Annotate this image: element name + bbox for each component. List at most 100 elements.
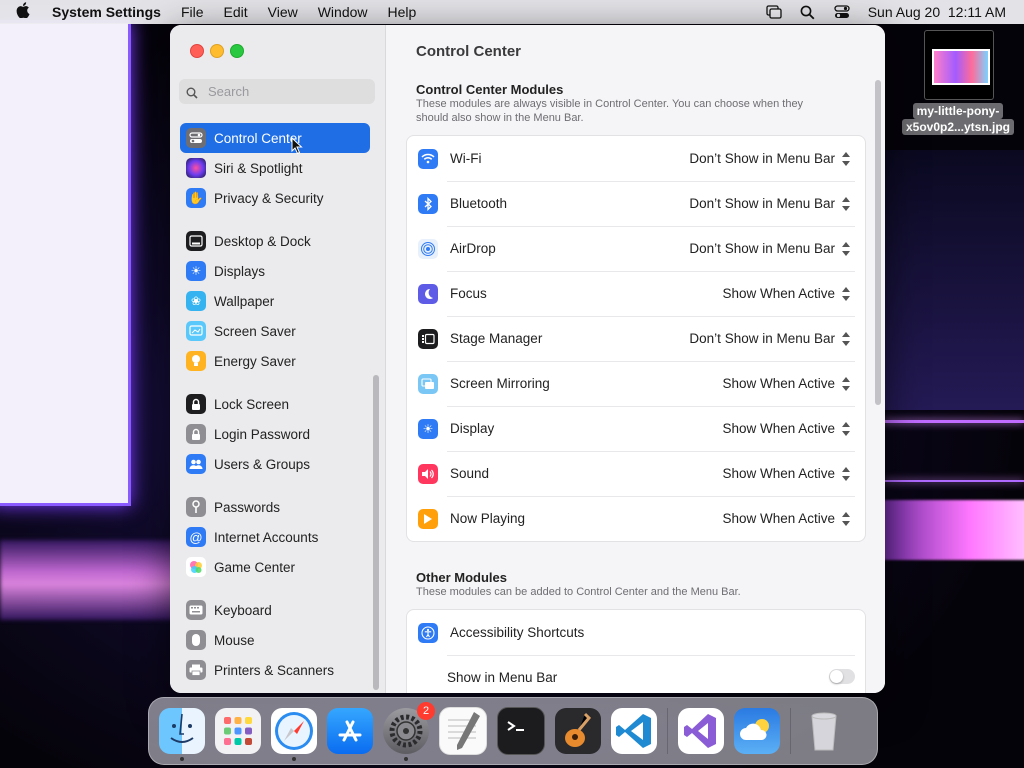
sidebar-item-login-password[interactable]: Login Password (180, 419, 370, 449)
search-field[interactable] (179, 79, 375, 104)
module-label: Display (450, 421, 495, 436)
system-settings-icon[interactable]: 2 (383, 702, 435, 761)
launchpad-icon[interactable] (215, 708, 261, 754)
help-menu[interactable]: Help (388, 4, 417, 20)
sidebar-item-label: Login Password (214, 426, 311, 442)
search-input[interactable] (206, 83, 370, 100)
dock-icon (186, 231, 206, 251)
notification-badge: 2 (417, 702, 435, 720)
module-row-stage-manager: Stage Manager Don’t Show in Menu Bar (407, 316, 865, 361)
sidebar-item-printers-scanners[interactable]: Printers & Scanners (180, 655, 370, 685)
terminal-icon[interactable] (497, 707, 545, 755)
sidebar-item-siri-spotlight[interactable]: Siri & Spotlight (180, 153, 370, 183)
sidebar-item-game-center[interactable]: Game Center (180, 552, 370, 582)
popup-stepper-icon[interactable] (841, 376, 851, 392)
view-menu[interactable]: View (268, 4, 298, 20)
sidebar-item-passwords[interactable]: Passwords (180, 492, 370, 522)
module-visibility-value[interactable]: Don’t Show in Menu Bar (689, 151, 835, 166)
module-visibility-value[interactable]: Show When Active (722, 421, 835, 436)
spotlight-search-icon[interactable] (800, 5, 816, 20)
module-row-accessibility-shortcuts: Accessibility Shortcuts (407, 610, 865, 655)
garageband-icon[interactable] (555, 708, 601, 754)
sidebar-item-lock-screen[interactable]: Lock Screen (180, 389, 370, 419)
sidebar-item-energy-saver[interactable]: Energy Saver (180, 346, 370, 376)
popup-stepper-icon[interactable] (841, 151, 851, 167)
module-label: Bluetooth (450, 196, 508, 211)
accessibility-icon (418, 622, 438, 643)
visual-studio-icon[interactable] (678, 708, 724, 754)
sidebar-item-internet-accounts[interactable]: @ Internet Accounts (180, 522, 370, 552)
sidebar-item-users-groups[interactable]: Users & Groups (180, 449, 370, 479)
module-visibility-value[interactable]: Don’t Show in Menu Bar (689, 331, 835, 346)
module-visibility-value[interactable]: Show When Active (722, 286, 835, 301)
sidebar-item-mouse[interactable]: Mouse (180, 625, 370, 655)
sidebar-item-displays[interactable]: ☀ Displays (180, 256, 370, 286)
file-menu[interactable]: File (181, 4, 204, 20)
screen-mirroring-menu-icon[interactable] (766, 5, 782, 19)
mouse-icon (186, 630, 206, 650)
sidebar-item-label: Keyboard (214, 602, 272, 618)
screensaver-icon (186, 321, 206, 341)
search-icon (186, 86, 198, 99)
bulb-icon (186, 351, 206, 371)
module-visibility-value[interactable]: Show When Active (722, 376, 835, 391)
sidebar-scrollbar[interactable] (373, 375, 379, 690)
weather-icon[interactable] (734, 708, 780, 754)
module-visibility-value[interactable]: Show When Active (722, 466, 835, 481)
textedit-icon[interactable] (439, 707, 487, 755)
content-pane: Control Center Control Center Modules Th… (386, 25, 885, 693)
app-store-icon[interactable] (327, 708, 373, 754)
minimize-button[interactable] (210, 44, 224, 58)
safari-icon[interactable] (271, 708, 317, 761)
show-in-menu-bar-toggle[interactable] (829, 669, 855, 684)
popup-stepper-icon[interactable] (841, 466, 851, 482)
window-menu[interactable]: Window (318, 4, 368, 20)
module-visibility-value[interactable]: Don’t Show in Menu Bar (689, 196, 835, 211)
airdrop-icon (418, 238, 438, 259)
content-scrollbar[interactable] (875, 80, 881, 405)
sidebar-item-label: Displays (214, 263, 266, 279)
sidebar-item-label: Wallpaper (214, 293, 275, 309)
module-row-focus: Focus Show When Active (407, 271, 865, 316)
module-visibility-value[interactable]: Show When Active (722, 511, 835, 526)
menu-bar-clock[interactable]: Sun Aug 20 12:11 AM (868, 4, 1006, 20)
edit-menu[interactable]: Edit (224, 4, 248, 20)
stage-manager-icon (418, 328, 438, 349)
sidebar-item-keyboard[interactable]: Keyboard (180, 595, 370, 625)
control-center-menu-icon[interactable] (834, 5, 850, 19)
popup-stepper-icon[interactable] (841, 241, 851, 257)
bluetooth-icon (418, 193, 438, 214)
sidebar-item-privacy-security[interactable]: ✋ Privacy & Security (180, 183, 370, 213)
popup-stepper-icon[interactable] (841, 331, 851, 347)
close-button[interactable] (190, 44, 204, 58)
play-icon (418, 508, 438, 529)
popup-stepper-icon[interactable] (841, 286, 851, 302)
flower-icon: ❀ (186, 291, 206, 311)
finder-icon[interactable] (159, 708, 205, 761)
sidebar-item-wallpaper[interactable]: ❀ Wallpaper (180, 286, 370, 316)
zoom-button[interactable] (230, 44, 244, 58)
apple-menu-icon[interactable] (16, 1, 38, 23)
speaker-icon (418, 463, 438, 484)
sidebar-item-label: Printers & Scanners (214, 662, 335, 678)
desktop-file[interactable]: my-little-pony- x5ov0p2...ytsn.jpg (898, 30, 1018, 140)
app-menu[interactable]: System Settings (52, 4, 161, 20)
wallpaper-right-dark (884, 150, 1024, 410)
keyboard-icon (186, 600, 206, 620)
file-thumbnail (924, 30, 994, 100)
file-label: my-little-pony- x5ov0p2...ytsn.jpg (898, 103, 1018, 135)
popup-stepper-icon[interactable] (841, 421, 851, 437)
popup-stepper-icon[interactable] (841, 196, 851, 212)
vscode-icon[interactable] (611, 708, 657, 754)
other-modules-description: These modules can be added to Control Ce… (416, 586, 741, 598)
sidebar-item-desktop-dock[interactable]: Desktop & Dock (180, 226, 370, 256)
sidebar-item-label: Energy Saver (214, 353, 296, 369)
popup-stepper-icon[interactable] (841, 511, 851, 527)
module-label: Wi-Fi (450, 151, 482, 166)
trash-icon[interactable] (801, 708, 847, 754)
sidebar-item-screen-saver[interactable]: Screen Saver (180, 316, 370, 346)
modules-section-title: Control Center Modules (416, 82, 564, 97)
sidebar-item-label: Lock Screen (214, 396, 290, 412)
sidebar-item-control-center[interactable]: Control Center (180, 123, 370, 153)
module-visibility-value[interactable]: Don’t Show in Menu Bar (689, 241, 835, 256)
